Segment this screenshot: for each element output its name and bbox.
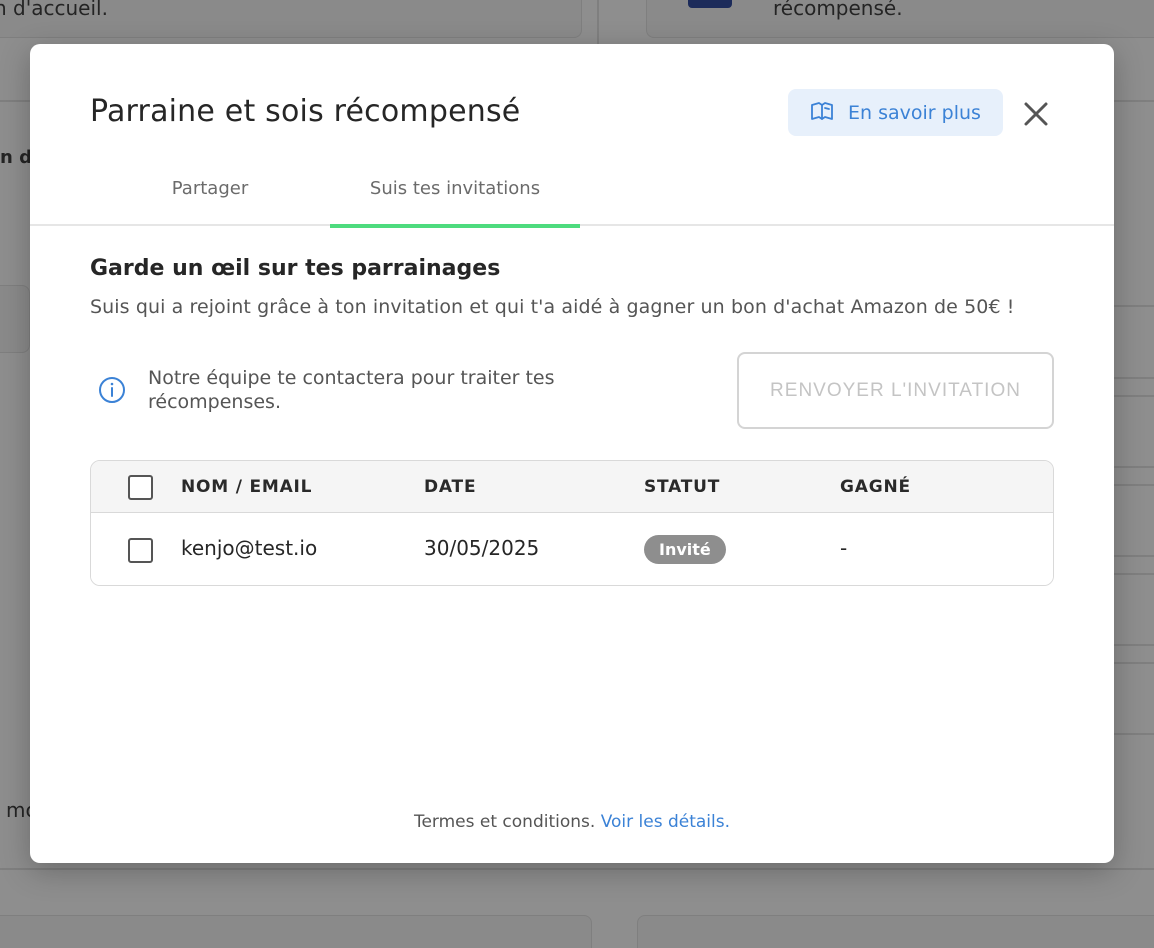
tab-bar: Partager Suis tes invitations <box>30 164 1114 228</box>
select-all-checkbox[interactable] <box>128 475 153 500</box>
info-icon <box>98 376 126 404</box>
column-header-date: DATE <box>424 477 477 497</box>
bg-line <box>1114 662 1154 664</box>
section-title: Garde un œil sur tes parrainages <box>90 256 501 281</box>
column-header-name: NOM / EMAIL <box>181 477 313 497</box>
bg-line <box>1114 100 1154 102</box>
row-checkbox[interactable] <box>128 538 153 563</box>
bg-line <box>1114 395 1154 397</box>
column-header-earned: GAGNÉ <box>840 477 911 497</box>
resend-invitation-button[interactable]: RENVOYER L'INVITATION <box>737 352 1054 429</box>
tab-share[interactable]: Partager <box>140 164 280 226</box>
row-email: kenjo@test.io <box>181 536 318 560</box>
book-icon <box>810 100 834 126</box>
close-icon[interactable] <box>1020 98 1052 130</box>
terms-details-link[interactable]: Voir les détails. <box>601 812 730 832</box>
referral-modal: Parraine et sois récompensé En savoir pl… <box>30 44 1114 863</box>
row-earned: - <box>840 536 848 560</box>
table-header: NOM / EMAIL DATE STATUT GAGNÉ <box>91 461 1053 513</box>
table-row: kenjo@test.io 30/05/2025 Invité - <box>91 513 1053 585</box>
footer: Termes et conditions. Voir les détails. <box>30 812 1114 832</box>
bg-text-top-left: n d'accueil. <box>0 0 108 20</box>
bg-card-left <box>0 285 30 353</box>
column-header-status: STATUT <box>644 477 721 497</box>
bg-text-left-1: n d <box>0 147 32 168</box>
bg-divider <box>597 0 599 44</box>
tab-track-invitations[interactable]: Suis tes invitations <box>330 164 580 228</box>
bg-line <box>0 868 1154 870</box>
bg-book-icon <box>688 0 732 8</box>
bg-card-bottom-left <box>0 915 592 948</box>
bg-card-bottom-right <box>637 915 1154 948</box>
modal-title: Parraine et sois récompensé <box>90 94 521 129</box>
bg-line <box>1114 484 1154 486</box>
bg-line <box>1114 555 1154 557</box>
row-date: 30/05/2025 <box>424 536 540 560</box>
bg-line <box>1114 573 1154 575</box>
bg-text-top-right: récompensé. <box>773 0 903 20</box>
bg-line <box>1114 305 1154 307</box>
info-text: Notre équipe te contactera pour traiter … <box>148 367 555 413</box>
invitations-table: NOM / EMAIL DATE STATUT GAGNÉ kenjo@test… <box>90 460 1054 586</box>
terms-text: Termes et conditions. <box>413 812 596 832</box>
bg-line <box>0 100 30 102</box>
bg-line <box>1114 733 1154 735</box>
bg-line <box>1114 466 1154 468</box>
bg-line <box>1114 377 1154 379</box>
status-badge: Invité <box>644 535 726 564</box>
bg-line <box>1114 644 1154 646</box>
learn-more-label: En savoir plus <box>848 101 981 124</box>
section-subtitle: Suis qui a rejoint grâce à ton invitatio… <box>90 296 1015 318</box>
learn-more-button[interactable]: En savoir plus <box>788 89 1003 136</box>
